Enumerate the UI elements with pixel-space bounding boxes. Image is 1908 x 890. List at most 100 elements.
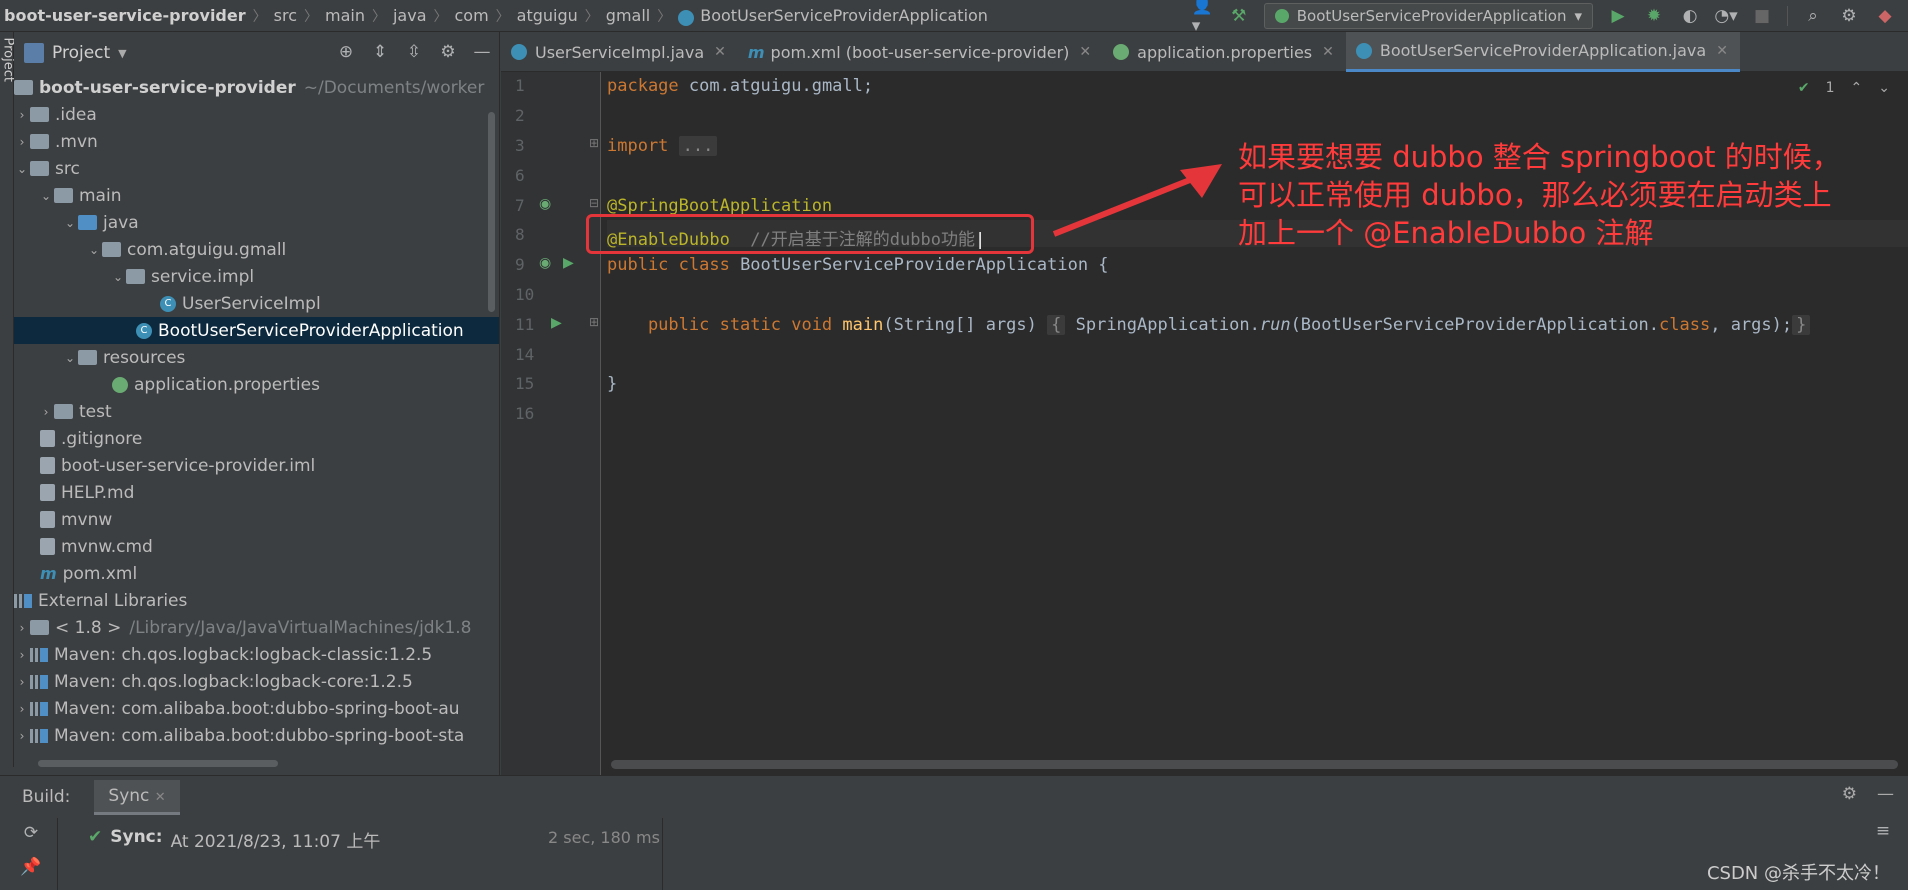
tree-item-iml[interactable]: boot-user-service-provider.iml bbox=[14, 452, 499, 479]
run-icon[interactable]: ▶ bbox=[1607, 5, 1629, 27]
project-panel-title[interactable]: Project bbox=[52, 43, 110, 63]
tree-item-help-md[interactable]: HELP.md bbox=[14, 479, 499, 506]
tree-item-root[interactable]: boot-user-service-provider ~/Documents/w… bbox=[14, 74, 499, 101]
tab-sync[interactable]: Sync ✕ bbox=[94, 779, 180, 815]
refresh-icon[interactable]: ⟳ bbox=[20, 822, 42, 844]
chevron-up-icon[interactable]: ⌃ bbox=[1851, 80, 1863, 96]
close-icon[interactable]: ✕ bbox=[155, 790, 166, 805]
run-gutter-icon[interactable]: ▶ bbox=[563, 255, 574, 271]
chevron-right-icon[interactable]: › bbox=[14, 702, 30, 716]
hammer-icon[interactable]: ⚒ bbox=[1228, 5, 1250, 27]
tree-item-mvnw[interactable]: mvnw bbox=[14, 506, 499, 533]
gear-icon[interactable]: ⚙ bbox=[1838, 5, 1860, 27]
chevron-down-icon: ▾ bbox=[1574, 7, 1582, 25]
fold-icon[interactable]: ⊞ bbox=[589, 136, 599, 150]
tree-item-library[interactable]: › Maven: ch.qos.logback:logback-core:1.2… bbox=[14, 668, 499, 695]
tab-application-class[interactable]: BootUserServiceProviderApplication.java … bbox=[1345, 32, 1740, 72]
search-icon[interactable]: ⌕ bbox=[1802, 5, 1824, 27]
soft-wrap-icon[interactable]: ≡ bbox=[1872, 820, 1894, 842]
folder-icon bbox=[54, 404, 73, 419]
close-icon[interactable]: ✕ bbox=[1716, 43, 1728, 59]
tree-item-src[interactable]: ⌄ src bbox=[14, 155, 499, 182]
tree-item-library[interactable]: › Maven: com.alibaba.boot:dubbo-spring-b… bbox=[14, 695, 499, 722]
sync-label: Sync: bbox=[110, 827, 163, 847]
close-icon[interactable]: ✕ bbox=[714, 44, 726, 60]
chevron-right-icon[interactable]: › bbox=[14, 729, 30, 743]
fold-icon[interactable]: ⊟ bbox=[589, 196, 599, 210]
coverage-icon[interactable]: ◐ bbox=[1679, 5, 1701, 27]
profile-icon[interactable]: ◔▾ bbox=[1714, 5, 1737, 27]
run-configuration-select[interactable]: BootUserServiceProviderApplication ▾ bbox=[1263, 3, 1593, 29]
chevron-down-icon[interactable]: ⌄ bbox=[14, 162, 30, 176]
hide-icon[interactable]: — bbox=[1877, 784, 1894, 804]
fold-icon[interactable]: ⊞ bbox=[589, 315, 599, 329]
tree-item-jdk[interactable]: › < 1.8 > /Library/Java/JavaVirtualMachi… bbox=[14, 614, 499, 641]
breadcrumb-item[interactable]: java bbox=[393, 6, 427, 25]
tab-application-properties[interactable]: application.properties ✕ bbox=[1103, 32, 1346, 72]
chevron-down-icon[interactable]: ⌄ bbox=[62, 216, 78, 230]
tree-item-label: boot-user-service-provider.iml bbox=[61, 455, 316, 476]
chevron-right-icon[interactable]: › bbox=[38, 405, 54, 419]
close-icon[interactable]: ✕ bbox=[1079, 44, 1091, 60]
breadcrumb-item[interactable]: src bbox=[274, 6, 297, 25]
spring-bean-gutter-icon[interactable]: ◉ bbox=[539, 255, 551, 271]
collapse-all-icon[interactable]: ⇳ bbox=[403, 41, 425, 63]
chevron-down-icon[interactable]: ⌄ bbox=[1878, 80, 1890, 96]
debug-icon[interactable]: ✹ bbox=[1643, 5, 1665, 27]
stop-icon[interactable]: ■ bbox=[1751, 5, 1773, 27]
chevron-down-icon[interactable]: ▼ bbox=[118, 47, 126, 60]
run-gutter-icon[interactable]: ▶ bbox=[551, 315, 562, 331]
tree-item-application-properties[interactable]: application.properties bbox=[14, 371, 499, 398]
spring-bean-gutter-icon[interactable]: ◉ bbox=[539, 196, 551, 212]
tree-item-service-impl[interactable]: ⌄ service.impl bbox=[14, 263, 499, 290]
chevron-right-icon[interactable]: › bbox=[14, 675, 30, 689]
line-number: 16 bbox=[515, 404, 535, 423]
pin-icon[interactable]: 📌 bbox=[20, 856, 42, 878]
tree-item-external-libraries[interactable]: External Libraries bbox=[14, 587, 499, 614]
tree-item-pom[interactable]: m pom.xml bbox=[14, 560, 499, 587]
breadcrumb-item[interactable]: boot-user-service-provider bbox=[4, 6, 246, 25]
tree-item-java[interactable]: ⌄ java bbox=[14, 209, 499, 236]
breadcrumb-item[interactable]: com bbox=[455, 6, 489, 25]
expand-all-icon[interactable]: ⇕ bbox=[369, 41, 391, 63]
folded-imports[interactable]: ... bbox=[678, 136, 718, 156]
tree-item-resources[interactable]: ⌄ resources bbox=[14, 344, 499, 371]
sync-status-row[interactable]: ✔ Sync: At 2021/8/23, 11:07 上午 bbox=[88, 827, 380, 852]
tree-item-userserviceimpl[interactable]: C UserServiceImpl bbox=[14, 290, 499, 317]
breadcrumb-item[interactable]: BootUserServiceProviderApplication bbox=[700, 6, 988, 25]
tree-item-application-class[interactable]: C BootUserServiceProviderApplication bbox=[14, 317, 499, 344]
inspection-widget[interactable]: ✔ 1 ⌃ ⌄ bbox=[1798, 80, 1890, 96]
chevron-down-icon[interactable]: ⌄ bbox=[38, 189, 54, 203]
locate-icon[interactable]: ⊕ bbox=[335, 41, 357, 63]
chevron-down-icon[interactable]: ⌄ bbox=[110, 270, 126, 284]
vertical-scrollbar[interactable] bbox=[488, 112, 495, 312]
hide-icon[interactable]: — bbox=[471, 41, 493, 63]
user-icon[interactable]: 👤▾ bbox=[1192, 0, 1214, 36]
tree-item-mvn[interactable]: › .mvn bbox=[14, 128, 499, 155]
breadcrumb-item[interactable]: main bbox=[325, 6, 365, 25]
horizontal-scrollbar[interactable] bbox=[611, 760, 1898, 769]
tree-item-test[interactable]: › test bbox=[14, 398, 499, 425]
ide-logo-icon[interactable]: ◆ bbox=[1874, 5, 1896, 27]
chevron-right-icon[interactable]: › bbox=[14, 108, 30, 122]
tree-item-idea[interactable]: › .idea bbox=[14, 101, 499, 128]
breadcrumb-item[interactable]: atguigu bbox=[517, 6, 578, 25]
breadcrumb-item[interactable]: gmall bbox=[606, 6, 650, 25]
tree-item-library[interactable]: › Maven: ch.qos.logback:logback-classic:… bbox=[14, 641, 499, 668]
chevron-down-icon[interactable]: ⌄ bbox=[62, 351, 78, 365]
tree-item-mvnw-cmd[interactable]: mvnw.cmd bbox=[14, 533, 499, 560]
tree-item-library[interactable]: › Maven: com.alibaba.boot:dubbo-spring-b… bbox=[14, 722, 499, 749]
chevron-right-icon[interactable]: › bbox=[14, 135, 30, 149]
tab-userserviceimpl[interactable]: UserServiceImpl.java ✕ bbox=[501, 32, 738, 72]
chevron-right-icon[interactable]: › bbox=[14, 648, 30, 662]
chevron-right-icon[interactable]: › bbox=[14, 621, 30, 635]
gear-icon[interactable]: ⚙ bbox=[1842, 784, 1857, 804]
tree-item-package[interactable]: ⌄ com.atguigu.gmall bbox=[14, 236, 499, 263]
chevron-down-icon[interactable]: ⌄ bbox=[86, 243, 102, 257]
tree-item-gitignore[interactable]: .gitignore bbox=[14, 425, 499, 452]
close-icon[interactable]: ✕ bbox=[1322, 44, 1334, 60]
horizontal-scrollbar[interactable] bbox=[38, 760, 278, 767]
gear-icon[interactable]: ⚙ bbox=[437, 41, 459, 63]
tab-pom-xml[interactable]: m pom.xml (boot-user-service-provider) ✕ bbox=[738, 32, 1103, 72]
tree-item-main[interactable]: ⌄ main bbox=[14, 182, 499, 209]
